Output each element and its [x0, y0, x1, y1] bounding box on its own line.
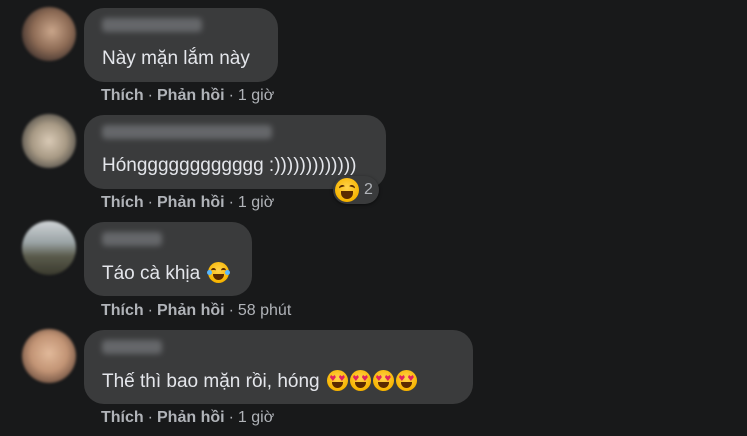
comment-text-content: Thế thì bao mặn rồi, hóng [102, 371, 320, 392]
comment-text: Này mặn lắm này [102, 48, 250, 69]
commenter-name-blurred[interactable] [102, 18, 202, 32]
commenter-name-blurred[interactable] [102, 232, 162, 246]
avatar[interactable] [22, 7, 76, 61]
commenter-name-blurred[interactable] [102, 125, 272, 139]
separator: · [147, 194, 153, 211]
separator: · [228, 302, 234, 319]
separator: · [228, 194, 234, 211]
comment-actions: Thích · Phản hồi · 58 phút [101, 302, 291, 320]
heart-eyes-emoji-icon [326, 370, 348, 391]
reaction-count: 2 [364, 181, 373, 198]
heart-eyes-emoji-icon [349, 370, 371, 391]
timestamp[interactable]: 1 giờ [238, 194, 274, 211]
separator: · [147, 87, 153, 104]
comment-text-content: Táo cà khịa [102, 263, 201, 284]
separator: · [228, 87, 234, 104]
reply-button[interactable]: Phản hồi [157, 87, 225, 104]
like-button[interactable]: Thích [101, 302, 144, 319]
reply-button[interactable]: Phản hồi [157, 409, 225, 426]
like-button[interactable]: Thích [101, 409, 144, 426]
avatar[interactable] [22, 221, 76, 275]
separator: · [147, 302, 153, 319]
tears-of-joy-emoji-icon [206, 262, 230, 283]
reply-button[interactable]: Phản hồi [157, 194, 225, 211]
comment-actions: Thích · Phản hồi · 1 giờ [101, 409, 274, 427]
reaction-summary[interactable]: 2 [333, 176, 379, 204]
separator: · [228, 409, 234, 426]
comment-text: Hóngggggggggggg :))))))))))))) [102, 155, 357, 176]
like-button[interactable]: Thích [101, 87, 144, 104]
timestamp[interactable]: 1 giờ [238, 409, 274, 426]
timestamp[interactable]: 58 phút [238, 302, 291, 319]
separator: · [147, 409, 153, 426]
avatar[interactable] [22, 329, 76, 383]
comment-bubble: Thế thì bao mặn rồi, hóng [84, 330, 473, 404]
heart-eyes-emoji-icon [372, 370, 394, 391]
heart-eyes-emoji-icon [395, 370, 417, 391]
comment-actions: Thích · Phản hồi · 1 giờ [101, 194, 274, 212]
comment-actions: Thích · Phản hồi · 1 giờ [101, 87, 274, 105]
commenter-name-blurred[interactable] [102, 340, 162, 354]
comment-bubble: Này mặn lắm này [84, 8, 278, 82]
avatar[interactable] [22, 114, 76, 168]
comment-text: Táo cà khịa [102, 262, 230, 285]
timestamp[interactable]: 1 giờ [238, 87, 274, 104]
comment-bubble: Táo cà khịa [84, 222, 252, 296]
laughing-squint-emoji-icon [335, 178, 359, 202]
like-button[interactable]: Thích [101, 194, 144, 211]
comment-text: Thế thì bao mặn rồi, hóng [102, 370, 417, 393]
reply-button[interactable]: Phản hồi [157, 302, 225, 319]
